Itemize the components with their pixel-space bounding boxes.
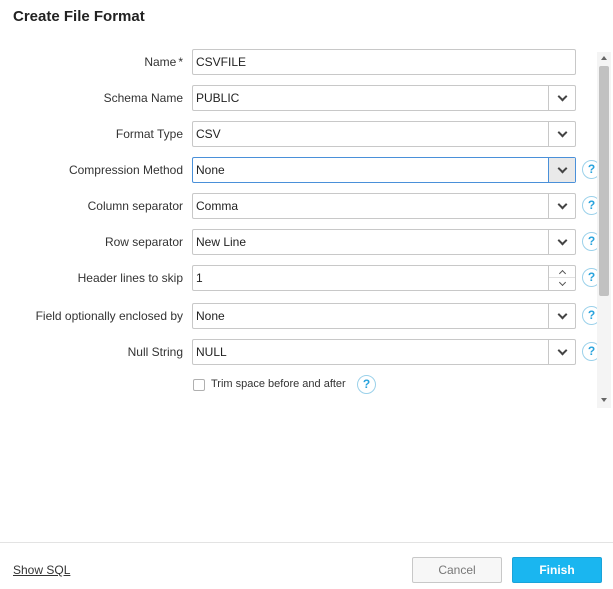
- schema-name-select[interactable]: PUBLIC: [192, 85, 576, 111]
- format-type-dropdown-button[interactable]: [548, 122, 575, 146]
- header-lines-row: Header lines to skip 1 ?: [0, 265, 597, 291]
- header-lines-value: 1: [196, 271, 203, 285]
- name-value: CSVFILE: [196, 55, 247, 69]
- schema-name-label: Schema Name: [103, 91, 183, 105]
- compression-method-row: Compression Method None ?: [0, 157, 597, 183]
- field-enclosed-dropdown-button[interactable]: [548, 304, 575, 328]
- format-type-label: Format Type: [115, 127, 183, 141]
- scrollbar-thumb[interactable]: [599, 66, 609, 296]
- create-file-format-dialog: Create File Format Name * CSVFILE Schema …: [0, 0, 613, 589]
- row-separator-label: Row separator: [104, 235, 183, 249]
- chevron-down-icon: [557, 127, 567, 137]
- row-separator-row: Row separator New Line ?: [0, 229, 597, 255]
- header-lines-label: Header lines to skip: [77, 271, 183, 285]
- chevron-down-icon: [557, 91, 567, 101]
- header-lines-help-icon[interactable]: ?: [582, 268, 597, 287]
- compression-method-value: None: [196, 163, 225, 177]
- decrement-button[interactable]: [549, 278, 575, 290]
- chevron-down-icon: [557, 199, 567, 209]
- row-separator-value: New Line: [196, 235, 247, 249]
- file-format-form: Name * CSVFILE Schema Name PUBLIC Format …: [0, 44, 597, 406]
- null-string-row: Null String NULL ?: [0, 339, 597, 365]
- chevron-up-icon: [558, 269, 566, 277]
- chevron-down-icon: [557, 235, 567, 245]
- null-string-dropdown-button[interactable]: [548, 340, 575, 364]
- dialog-footer: Show SQL Cancel Finish: [0, 542, 613, 589]
- column-separator-row: Column separator Comma ?: [0, 193, 597, 219]
- schema-name-value: PUBLIC: [196, 91, 240, 105]
- null-string-value: NULL: [196, 345, 227, 359]
- name-row: Name * CSVFILE: [0, 49, 597, 75]
- trim-space-label: Trim space before and after: [211, 378, 346, 390]
- column-separator-help-icon[interactable]: ?: [582, 196, 597, 215]
- form-scrollbar[interactable]: [597, 52, 611, 408]
- format-type-select[interactable]: CSV: [192, 121, 576, 147]
- dialog-title: Create File Format: [13, 8, 145, 25]
- column-separator-dropdown-button[interactable]: [548, 194, 575, 218]
- schema-name-row: Schema Name PUBLIC: [0, 85, 597, 111]
- compression-help-icon[interactable]: ?: [582, 160, 597, 179]
- compression-method-label: Compression Method: [68, 163, 183, 177]
- chevron-down-icon: [558, 278, 566, 287]
- increment-button[interactable]: [549, 266, 575, 278]
- column-separator-label: Column separator: [87, 199, 183, 213]
- chevron-down-icon: [557, 309, 567, 319]
- row-separator-dropdown-button[interactable]: [548, 230, 575, 254]
- cancel-button[interactable]: Cancel: [412, 557, 502, 583]
- format-type-value: CSV: [196, 127, 221, 141]
- field-enclosed-select[interactable]: None: [192, 303, 576, 329]
- scroll-down-icon[interactable]: [601, 398, 607, 402]
- name-input[interactable]: CSVFILE: [192, 49, 576, 75]
- trim-space-help-icon[interactable]: ?: [357, 375, 376, 394]
- field-enclosed-value: None: [196, 309, 225, 323]
- finish-button[interactable]: Finish: [512, 557, 602, 583]
- null-string-label: Null String: [127, 345, 183, 359]
- field-enclosed-label: Field optionally enclosed by: [35, 309, 183, 323]
- null-string-help-icon[interactable]: ?: [582, 342, 597, 361]
- name-label: Name *: [144, 55, 183, 69]
- chevron-down-icon: [557, 345, 567, 355]
- field-enclosed-row: Field optionally enclosed by None ?: [0, 303, 597, 329]
- compression-method-select[interactable]: None: [192, 157, 576, 183]
- null-string-select[interactable]: NULL: [192, 339, 576, 365]
- trim-space-checkbox[interactable]: [193, 379, 205, 391]
- format-type-row: Format Type CSV: [0, 121, 597, 147]
- required-marker: *: [178, 55, 183, 69]
- scroll-up-icon[interactable]: [601, 56, 607, 60]
- row-separator-select[interactable]: New Line: [192, 229, 576, 255]
- chevron-down-icon: [557, 163, 567, 173]
- compression-method-dropdown-button[interactable]: [548, 158, 575, 182]
- column-separator-select[interactable]: Comma: [192, 193, 576, 219]
- schema-name-dropdown-button[interactable]: [548, 86, 575, 110]
- field-enclosed-help-icon[interactable]: ?: [582, 306, 597, 325]
- header-lines-spinner: [548, 266, 575, 290]
- header-lines-stepper[interactable]: 1: [192, 265, 576, 291]
- column-separator-value: Comma: [196, 199, 239, 213]
- show-sql-link[interactable]: Show SQL: [13, 563, 70, 577]
- row-separator-help-icon[interactable]: ?: [582, 232, 597, 251]
